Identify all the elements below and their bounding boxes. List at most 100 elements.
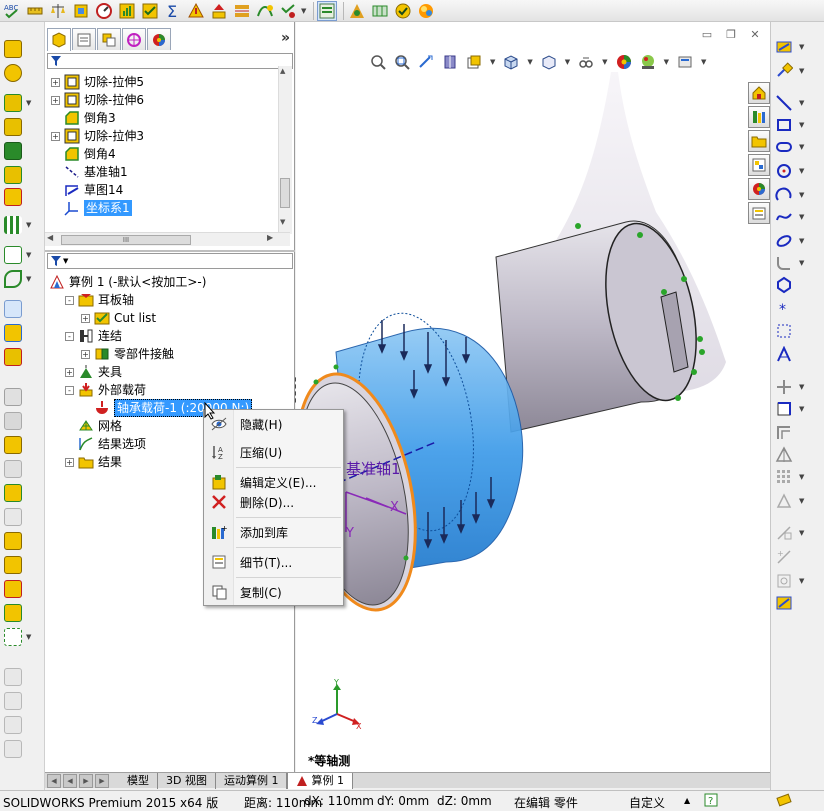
circle-button[interactable]: ▼ — [775, 160, 821, 182]
repair-sketch-button[interactable]: + — [775, 546, 821, 568]
chevron-down-icon[interactable]: ▼ — [565, 58, 570, 66]
hide-show-items-icon[interactable] — [578, 54, 594, 70]
menu-item-add-to-library[interactable]: + 添加到库 — [204, 521, 343, 543]
shell-button[interactable] — [4, 116, 42, 138]
study-tree-item[interactable]: + 结果 — [65, 453, 122, 471]
file-explorer-icon[interactable] — [748, 130, 770, 152]
boss-base-button[interactable] — [4, 434, 42, 456]
extrude-boss-button[interactable] — [4, 38, 42, 60]
expand-toggle-icon[interactable]: + — [51, 95, 60, 105]
chevron-up-icon[interactable]: ▲ — [684, 796, 690, 805]
chevron-down-icon[interactable]: ▼ — [799, 405, 804, 413]
feature-filter-input[interactable] — [47, 53, 293, 69]
study-tree-item[interactable]: 算例 1 (-默认<按加工>-) — [49, 273, 206, 291]
datum-axis-label[interactable]: 基准轴1 — [346, 458, 401, 479]
chevron-down-icon[interactable]: ▼ — [26, 99, 31, 107]
chevron-down-icon[interactable]: ▼ — [799, 259, 804, 267]
study-tree-item[interactable]: + Cut list — [81, 309, 156, 327]
tree-splitter[interactable] — [45, 250, 295, 252]
close-button[interactable]: ✕ — [746, 28, 764, 42]
line-button[interactable]: ▼ — [775, 92, 821, 114]
rectangle-button[interactable]: ▼ — [775, 114, 821, 136]
mold-button[interactable] — [4, 690, 42, 712]
tab-dimxpert-manager[interactable] — [122, 28, 146, 50]
draft-analysis-icon[interactable] — [186, 1, 206, 21]
menu-item-hide[interactable]: 隐藏(H) — [204, 413, 343, 435]
chevron-down-icon[interactable]: ▼ — [527, 58, 532, 66]
wrap-button[interactable] — [4, 186, 42, 208]
expand-toggle-icon[interactable]: - — [65, 295, 74, 305]
custom-properties-icon[interactable] — [748, 202, 770, 224]
graphics-area[interactable]: 基准轴1 X Y ▼ ▼ ▼ ▼ ▼ ▼ ▭ ❐ ✕ Y X Z *等轴测 — [296, 22, 770, 772]
chevron-down-icon[interactable]: ▼ — [799, 43, 804, 51]
chevron-down-icon[interactable]: ▼ — [63, 257, 68, 265]
chevron-down-icon[interactable]: ▼ — [799, 99, 804, 107]
zoom-to-fit-icon[interactable] — [370, 54, 386, 70]
mirror-button[interactable] — [775, 444, 821, 466]
chevron-down-icon[interactable]: ▼ — [26, 221, 31, 229]
chevron-down-icon[interactable]: ▼ — [26, 633, 31, 641]
menu-item-suppress[interactable]: AZ 压缩(U) — [204, 441, 343, 463]
help-icon[interactable]: ? — [704, 793, 718, 810]
measure-icon[interactable] — [25, 1, 45, 21]
more-tabs-button[interactable]: » — [281, 30, 290, 46]
feature-tree-item[interactable]: 基准轴1 — [51, 163, 128, 181]
chevron-down-icon[interactable]: ▼ — [799, 473, 804, 481]
3d-sketch-button[interactable] — [4, 386, 42, 408]
scroll-thumb[interactable] — [280, 178, 290, 208]
sensor-icon[interactable] — [94, 1, 114, 21]
menu-item-delete[interactable]: 删除(D)... — [204, 491, 343, 513]
sheetmetal-button[interactable] — [4, 738, 42, 760]
apply-scene-icon[interactable] — [640, 54, 656, 70]
expand-toggle-icon[interactable]: + — [65, 367, 74, 377]
draft-button[interactable] — [4, 140, 42, 162]
feature-tree-item[interactable]: 倒角3 — [51, 109, 116, 127]
study-tree-item[interactable]: + 夹具 — [65, 363, 122, 381]
hole-button[interactable] — [4, 482, 42, 504]
section-properties-icon[interactable] — [71, 1, 91, 21]
check-icon[interactable] — [140, 1, 160, 21]
chevron-down-icon[interactable]: ▼ — [799, 529, 804, 537]
rib-button[interactable] — [4, 164, 42, 186]
arc-button[interactable]: ▼ — [775, 184, 821, 206]
study-filter-input[interactable]: ▼ — [47, 253, 293, 269]
chevron-down-icon[interactable]: ▼ — [799, 497, 804, 505]
chevron-down-icon[interactable]: ▼ — [799, 143, 804, 151]
tab-feature-manager[interactable] — [47, 28, 71, 51]
menu-item-copy[interactable]: 复制(C) — [204, 581, 343, 603]
fillet-button[interactable]: ▼ — [4, 92, 42, 114]
freeform-button[interactable] — [4, 602, 42, 624]
tab-property-manager[interactable] — [72, 28, 96, 50]
instant3d-button[interactable] — [4, 298, 42, 320]
first-tab-button[interactable]: ◀ — [47, 773, 61, 788]
centerline-button[interactable] — [775, 320, 821, 342]
scroll-right-arrow[interactable]: ▶ — [267, 233, 273, 242]
zoom-to-area-icon[interactable] — [394, 54, 410, 70]
expand-toggle-icon[interactable]: + — [65, 457, 74, 467]
tab-study[interactable]: 算例 1 — [287, 772, 353, 789]
feature-tree-item[interactable]: + 切除-拉伸6 — [51, 91, 144, 109]
feature-tree-hscrollbar[interactable]: ◀ III ▶ — [45, 232, 290, 246]
next-tab-button[interactable]: ▶ — [79, 773, 93, 788]
expand-toggle-icon[interactable]: + — [51, 77, 60, 87]
solidworks-resources-icon[interactable] — [748, 82, 770, 104]
study-tree-item[interactable]: + 零部件接触 — [81, 345, 174, 363]
expand-toggle-icon[interactable]: + — [81, 349, 90, 359]
chevron-down-icon[interactable]: ▼ — [799, 191, 804, 199]
tab-display-manager[interactable] — [147, 28, 171, 50]
sketch-button[interactable] — [4, 322, 42, 344]
tab-3d-view[interactable]: 3D 视图 — [158, 772, 216, 789]
analysis-button[interactable] — [4, 410, 42, 432]
menu-item-edit-definition[interactable]: 编辑定义(E)... — [204, 471, 343, 493]
convert-button[interactable] — [4, 346, 42, 368]
point-button[interactable]: * — [775, 298, 821, 320]
convert-entities-button[interactable]: ▼ — [775, 398, 821, 420]
parting-line-icon[interactable] — [232, 1, 252, 21]
expand-toggle-icon[interactable]: + — [81, 313, 90, 323]
spline-button[interactable]: ▼ — [775, 206, 821, 228]
expand-toggle-icon[interactable]: - — [65, 385, 74, 395]
previous-view-icon[interactable] — [418, 54, 434, 70]
scroll-down-arrow[interactable]: ▼ — [280, 218, 285, 226]
chevron-down-icon[interactable]: ▼ — [602, 58, 607, 66]
move-face-button[interactable]: ▼ — [4, 626, 42, 648]
